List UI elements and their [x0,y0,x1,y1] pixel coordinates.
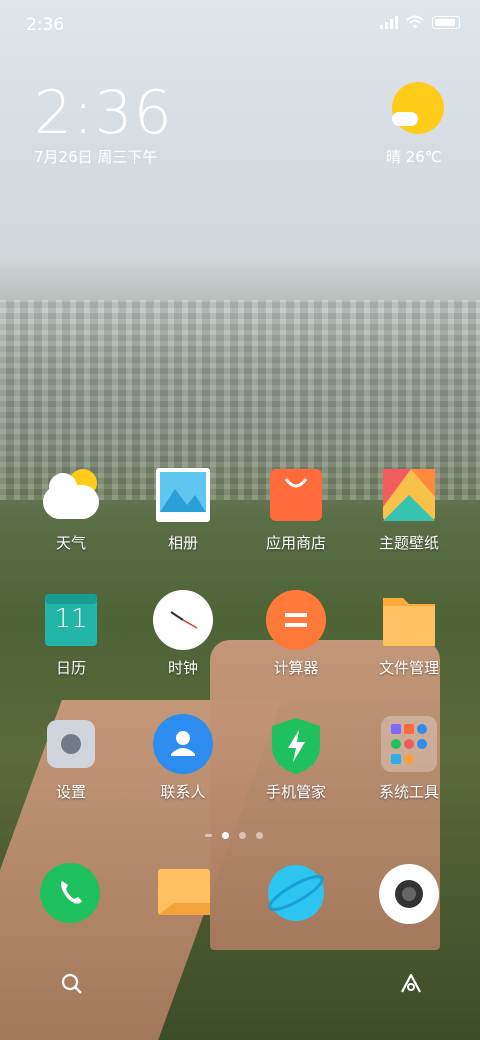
app-label: 计算器 [273,659,319,677]
clock-widget-date: 7月26日 周三下午 [34,148,158,166]
app-label: 时钟 [167,659,198,677]
themes-icon [381,467,437,523]
app-file-manager[interactable]: 文件管理 [354,592,464,678]
app-calculator[interactable]: 计算器 [241,590,351,678]
calculator-icon [266,590,326,650]
app-security[interactable]: 手机管家 [241,716,351,802]
dock-notes[interactable] [154,863,214,923]
app-label: 日历 [55,659,86,677]
page-indicator[interactable] [205,832,263,839]
folder-system-tools[interactable]: 系统工具 [354,716,464,802]
app-label: 主题壁纸 [378,534,439,552]
search-icon[interactable] [60,972,84,996]
app-weather[interactable]: 天气 [16,467,126,553]
app-themes[interactable]: 主题壁纸 [354,467,464,553]
page-indicator-home[interactable] [205,834,212,837]
dock-camera[interactable] [378,863,439,924]
sunny-cloud-icon[interactable] [392,82,444,134]
app-gallery[interactable]: 相册 [128,467,238,553]
status-time: 2:36 [26,15,65,35]
weather-widget-text: 晴 26℃ [386,148,442,166]
app-store-icon [268,467,324,523]
page-indicator-dot[interactable] [239,832,246,839]
clock-icon [153,590,213,650]
app-calendar[interactable]: 11 日历 [16,592,126,678]
status-bar: 2:36 [0,0,480,50]
calendar-icon: 11 [43,592,99,648]
contacts-icon [153,714,213,774]
settings-icon [43,716,99,772]
app-settings[interactable]: 设置 [16,716,126,802]
file-manager-icon [381,592,437,648]
battery-icon [432,15,460,29]
app-clock[interactable]: 时钟 [128,590,238,678]
app-label: 联系人 [160,783,206,801]
app-label: 手机管家 [265,783,326,801]
page-indicator-dot[interactable] [256,832,263,839]
wifi-icon [406,15,424,29]
security-icon [268,716,324,774]
signal-icon [380,15,398,29]
gallery-icon [155,467,211,523]
weather-icon [43,467,99,523]
app-label: 相册 [167,534,198,552]
notes-icon [158,869,210,915]
phone-icon [40,863,100,923]
app-store[interactable]: 应用商店 [241,467,351,553]
browser-icon [268,865,324,921]
app-label: 设置 [55,783,86,801]
assistant-icon[interactable] [398,970,424,996]
app-label: 系统工具 [378,783,439,801]
camera-icon [379,864,439,924]
page-indicator-dot[interactable] [222,832,229,839]
app-contacts[interactable]: 联系人 [128,714,238,802]
app-label: 应用商店 [265,534,326,552]
calendar-date-badge: 11 [54,604,88,634]
dock-phone[interactable] [40,863,100,923]
app-label: 天气 [55,534,86,552]
dock-browser[interactable] [266,863,326,923]
clock-widget-time[interactable]: 2:36 [34,78,173,148]
tools-folder-icon [381,716,437,772]
app-label: 文件管理 [378,659,439,677]
